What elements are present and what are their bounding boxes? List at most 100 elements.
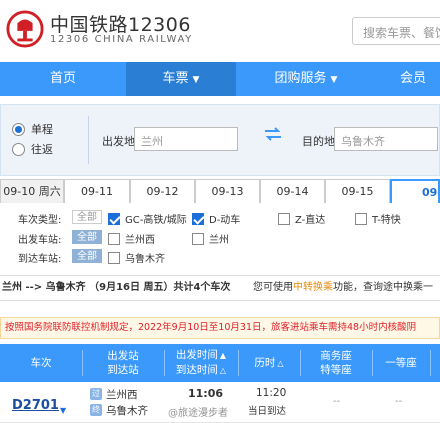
col-label: 到达站: [107, 364, 139, 376]
covid-notice: 按照国务院联防联控机制规定，2022年9月10日至10月31日，旅客进站乘车需持…: [0, 317, 440, 339]
sort-up-icon[interactable]: △: [277, 359, 283, 368]
col-train: 车次: [0, 344, 82, 382]
checkbox-label: 乌鲁木齐: [125, 254, 165, 265]
from-station-input[interactable]: 兰州: [134, 127, 238, 151]
col-label: 出发站: [107, 350, 139, 362]
date-tab[interactable]: 09-11: [64, 179, 130, 203]
radio-dot[interactable]: [12, 122, 25, 136]
sort-up-icon[interactable]: ▲: [220, 351, 226, 360]
filter-arrive-label: 到达车站:: [18, 254, 62, 265]
checkbox-box[interactable]: [108, 251, 120, 264]
divider: [430, 350, 431, 376]
filter-all-button[interactable]: 全部: [72, 230, 102, 244]
nav-item-home[interactable]: 首页: [0, 62, 126, 96]
col-times[interactable]: 出发时间 ▲ 到达时间 △: [164, 344, 238, 382]
col-duration[interactable]: 历时 △: [238, 344, 300, 382]
col-business: 商务座 特等座: [300, 344, 372, 382]
seat-business: --: [333, 396, 341, 407]
duration: 11:20: [256, 387, 287, 399]
col-label: 历时: [254, 356, 276, 369]
to-label: 目的地: [302, 135, 335, 148]
swap-icon[interactable]: [264, 127, 282, 141]
depart-station: 兰州西: [106, 389, 138, 401]
date-tab[interactable]: 09-10 周六: [0, 179, 64, 203]
col-label: 到达时间: [175, 364, 218, 376]
checkbox-label: 兰州西: [125, 235, 155, 246]
col-label: 出发时间: [175, 349, 218, 361]
radio-label: 单程: [31, 123, 53, 136]
col-label: 特等座: [320, 364, 352, 376]
checkbox-label: 兰州: [209, 235, 229, 246]
radio-one-way[interactable]: 单程: [12, 121, 53, 137]
nav-item-group-service[interactable]: 团购服务 ▼: [236, 62, 376, 96]
col-sort-duration[interactable]: 历时 △: [254, 356, 283, 371]
from-label: 出发地: [102, 135, 135, 148]
main-nav: 首页 车票 ▼ 团购服务 ▼ 会员: [0, 62, 440, 96]
date-tab[interactable]: 09-12: [130, 179, 195, 203]
chevron-down-icon[interactable]: ▼: [60, 406, 66, 415]
checkbox-label: T-特快: [372, 215, 401, 226]
train-number-link[interactable]: D2701: [12, 398, 59, 413]
checkbox-t[interactable]: T-特快: [355, 211, 401, 226]
result-summary: 兰州 --> 乌鲁木齐 （9月16日 周五）共计4个车次 您可使用中转换乘功能，…: [0, 275, 440, 301]
nav-label: 团购服务: [274, 71, 327, 86]
checkbox-z[interactable]: Z-直达: [278, 211, 325, 226]
to-station-input[interactable]: 乌鲁木齐: [334, 127, 438, 151]
checkbox-label: GC-高铁/城际: [125, 215, 187, 226]
nav-label: 会员: [400, 71, 427, 86]
railway-logo-icon[interactable]: [6, 10, 44, 48]
site-header: 中国铁路12306 12306 CHINA RAILWAY 搜索车票、餐饮: [0, 0, 440, 62]
col-label: 车次: [30, 357, 52, 369]
search-input[interactable]: 搜索车票、餐饮: [352, 17, 440, 45]
col-sort-arrive[interactable]: 到达时间 △: [176, 363, 226, 378]
logo-subtitle: 12306 CHINA RAILWAY: [50, 34, 193, 45]
transfer-tip: 您可使用中转换乘功能，查询途中换乘一: [253, 276, 433, 300]
date-tab-selected[interactable]: 09-16: [390, 179, 440, 203]
radio-label: 往返: [31, 143, 53, 156]
col-label: 商务座: [320, 350, 352, 362]
checkbox-box[interactable]: [192, 232, 204, 245]
depart-time: 11:06: [188, 387, 224, 400]
checkbox-box[interactable]: [355, 212, 367, 225]
checkbox-d[interactable]: D-动车: [192, 211, 240, 226]
checkbox-box[interactable]: [108, 212, 120, 225]
nav-label: 车票: [162, 71, 189, 86]
checkbox-station-lanzhou[interactable]: 兰州: [192, 231, 229, 246]
checkbox-label: D-动车: [209, 215, 241, 226]
checkbox-box[interactable]: [108, 232, 120, 245]
transfer-link[interactable]: 中转换乘: [293, 282, 333, 293]
tip-prefix: 您可使用: [253, 282, 293, 293]
checkbox-station-urumqi[interactable]: 乌鲁木齐: [108, 250, 165, 265]
radio-round-trip[interactable]: 往返: [12, 141, 53, 157]
date-tab[interactable]: 09-14: [260, 179, 325, 203]
date-tabs: 09-10 周六 09-11 09-12 09-13 09-14 09-15 0…: [0, 179, 440, 203]
date-tab[interactable]: 09-15: [325, 179, 390, 203]
filter-type-label: 车次类型:: [18, 215, 62, 226]
route-summary: 兰州 --> 乌鲁木齐 （9月16日 周五）共计4个车次: [2, 282, 231, 293]
nav-label: 首页: [49, 71, 76, 86]
col-label: 一等座: [385, 357, 417, 369]
checkbox-label: Z-直达: [295, 215, 326, 226]
tip-suffix: 功能，查询途中换乘一: [333, 282, 433, 293]
checkbox-box[interactable]: [278, 212, 290, 225]
chevron-down-icon: ▼: [192, 75, 200, 85]
arrive-station: 乌鲁木齐: [106, 405, 148, 417]
checkbox-station-lanzhouxi[interactable]: 兰州西: [108, 231, 155, 246]
date-tab[interactable]: 09-13: [195, 179, 260, 203]
filter-all-button[interactable]: 全部: [72, 210, 102, 224]
logo-title: 中国铁路12306: [50, 14, 191, 36]
sort-up-icon[interactable]: △: [220, 366, 226, 375]
results-table-header: 车次 出发站 到达站 出发时间 ▲ 到达时间 △ 历时 △ 商务座 特等座 一等座: [0, 344, 440, 382]
col-sort-depart[interactable]: 出发时间 ▲: [176, 348, 226, 363]
filter-all-button[interactable]: 全部: [72, 249, 102, 263]
seat-first: --: [395, 396, 403, 407]
nav-item-member[interactable]: 会员: [400, 62, 440, 96]
col-first-class: 一等座: [372, 344, 430, 382]
terminal-station-badge: 终: [90, 404, 102, 416]
checkbox-box[interactable]: [192, 212, 204, 225]
filter-depart-label: 出发车站:: [18, 235, 62, 246]
checkbox-gc[interactable]: GC-高铁/城际: [108, 211, 187, 226]
col-stations: 出发站 到达站: [82, 344, 164, 382]
radio-dot[interactable]: [12, 142, 25, 156]
nav-item-tickets[interactable]: 车票 ▼: [126, 62, 236, 96]
